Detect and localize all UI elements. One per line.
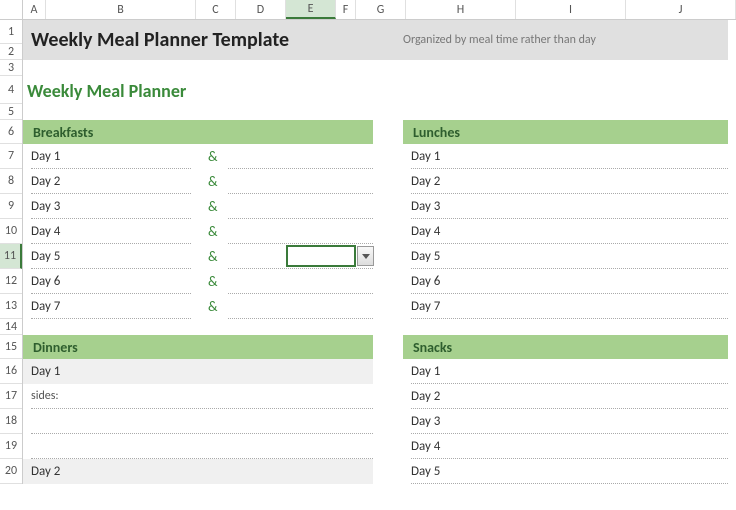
lunches-day7[interactable]: Day 7 <box>403 294 728 319</box>
row-header-14[interactable]: 14 <box>0 319 22 335</box>
col-header-C[interactable]: C <box>196 0 236 19</box>
row-header-12[interactable]: 12 <box>0 269 22 294</box>
dropdown-button[interactable] <box>357 246 374 266</box>
col-header-D[interactable]: D <box>236 0 286 19</box>
row-header-11[interactable]: 11 <box>0 244 22 269</box>
row-header-10[interactable]: 10 <box>0 219 22 244</box>
row-header-15[interactable]: 15 <box>0 335 22 359</box>
dinners-sides-label: sides: <box>31 389 59 403</box>
row-header-4[interactable]: 4 <box>0 76 22 104</box>
amp-icon: & <box>208 198 218 215</box>
breakfasts-header: Breakfasts <box>23 120 373 144</box>
amp-icon: & <box>208 298 218 315</box>
title-banner: Weekly Meal Planner Template Organized b… <box>23 20 728 60</box>
lunches-day1[interactable]: Day 1 <box>403 144 728 169</box>
col-header-G[interactable]: G <box>356 0 406 19</box>
snacks-day3[interactable]: Day 3 <box>403 409 728 434</box>
breakfasts-day4[interactable]: Day 4 <box>23 219 373 244</box>
snacks-day2[interactable]: Day 2 <box>403 384 728 409</box>
breakfasts-day7[interactable]: Day 7 <box>23 294 373 319</box>
lunches-day3[interactable]: Day 3 <box>403 194 728 219</box>
row-header-8[interactable]: 8 <box>0 169 22 194</box>
breakfasts-day3[interactable]: Day 3 <box>23 194 373 219</box>
lunches-day2[interactable]: Day 2 <box>403 169 728 194</box>
dinners-day1[interactable]: Day 1 <box>23 359 373 384</box>
template-title: Weekly Meal Planner Template <box>31 28 289 52</box>
row-header-9[interactable]: 9 <box>0 194 22 219</box>
corner-cell[interactable] <box>0 0 23 19</box>
col-header-F[interactable]: F <box>336 0 356 19</box>
template-subtitle: Organized by meal time rather than day <box>403 33 596 47</box>
col-header-H[interactable]: H <box>406 0 516 19</box>
amp-icon: & <box>208 273 218 290</box>
row-header-18[interactable]: 18 <box>0 409 22 434</box>
lunches-day5[interactable]: Day 5 <box>403 244 728 269</box>
dinners-day2[interactable]: Day 2 <box>23 459 373 484</box>
breakfasts-day1[interactable]: Day 1 <box>23 144 373 169</box>
lunches-day6[interactable]: Day 6 <box>403 269 728 294</box>
row-header-6[interactable]: 6 <box>0 120 22 144</box>
lunches-header: Lunches <box>403 120 728 144</box>
amp-icon: & <box>208 223 218 240</box>
row-header-1[interactable]: 1 <box>0 20 22 44</box>
col-header-A[interactable]: A <box>23 0 46 19</box>
breakfasts-day6[interactable]: Day 6 <box>23 269 373 294</box>
row-header-16[interactable]: 16 <box>0 359 22 384</box>
snacks-day1[interactable]: Day 1 <box>403 359 728 384</box>
col-header-E[interactable]: E <box>286 0 336 19</box>
lunches-day4[interactable]: Day 4 <box>403 219 728 244</box>
row-headers: 1 2 3 4 5 6 7 8 9 10 11 12 13 14 15 16 1… <box>0 20 23 484</box>
selected-cell[interactable] <box>286 245 356 267</box>
amp-icon: & <box>208 248 218 265</box>
column-headers: A B C D E F G H I J <box>0 0 736 20</box>
snacks-day4[interactable]: Day 4 <box>403 434 728 459</box>
amp-icon: & <box>208 173 218 190</box>
dinners-header: Dinners <box>23 335 373 359</box>
col-header-B[interactable]: B <box>46 0 196 19</box>
planner-title: Weekly Meal Planner <box>27 80 186 102</box>
row-header-20[interactable]: 20 <box>0 459 22 484</box>
row-header-5[interactable]: 5 <box>0 104 22 120</box>
amp-icon: & <box>208 148 218 165</box>
row-header-19[interactable]: 19 <box>0 434 22 459</box>
breakfasts-day2[interactable]: Day 2 <box>23 169 373 194</box>
row-header-2[interactable]: 2 <box>0 44 22 60</box>
row-header-17[interactable]: 17 <box>0 384 22 409</box>
spreadsheet-grid[interactable]: Weekly Meal Planner Template Organized b… <box>23 20 736 484</box>
snacks-header: Snacks <box>403 335 728 359</box>
col-header-J[interactable]: J <box>626 0 736 19</box>
row-header-13[interactable]: 13 <box>0 294 22 319</box>
row-header-7[interactable]: 7 <box>0 144 22 169</box>
row-header-3[interactable]: 3 <box>0 60 22 76</box>
snacks-day5[interactable]: Day 5 <box>403 459 728 484</box>
col-header-I[interactable]: I <box>516 0 626 19</box>
